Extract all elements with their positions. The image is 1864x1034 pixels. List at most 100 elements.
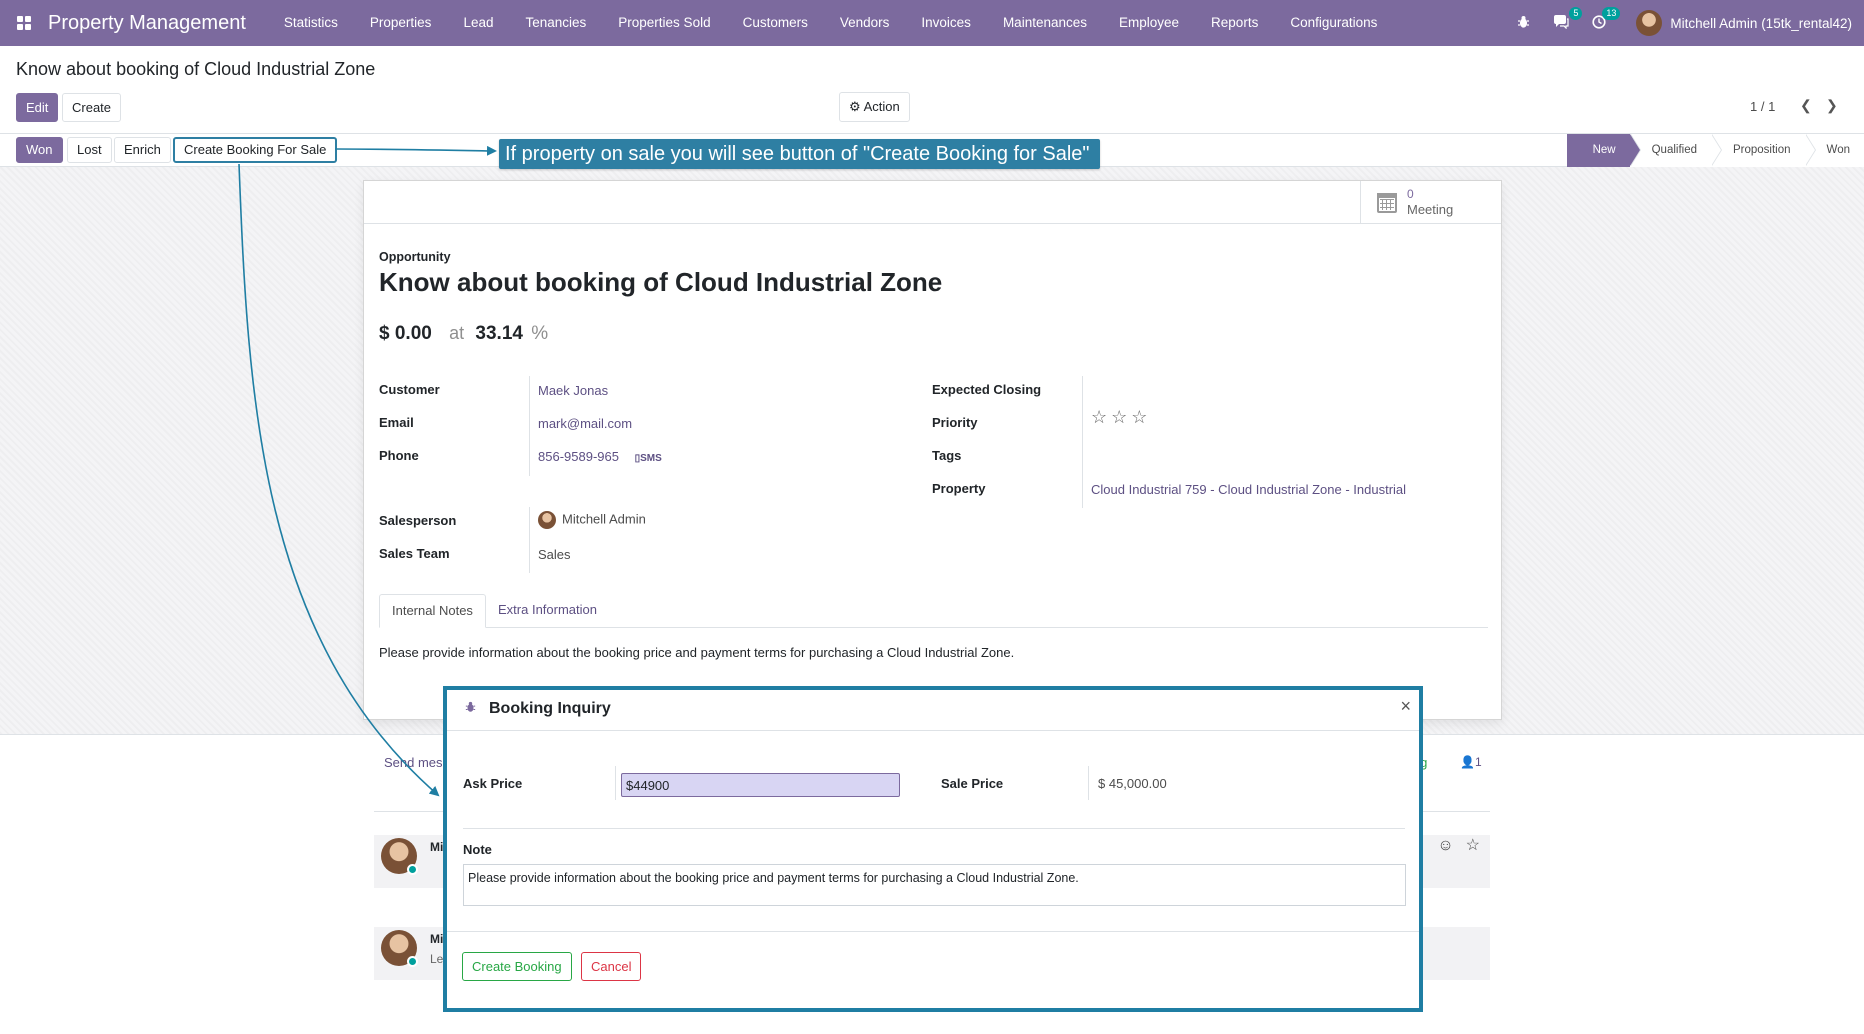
priority-widget: ☆ ☆ ☆ [1091,407,1151,428]
message-author[interactable]: Mi [430,840,443,854]
phone-label: Phone [379,448,419,463]
bug-icon [465,701,476,716]
create-button[interactable]: Create [62,93,122,122]
booking-inquiry-dialog: Booking Inquiry × Ask Price Sale Price $… [443,686,1423,1012]
tab-internal-notes[interactable]: Internal Notes [379,594,486,628]
sale-price-separator [1088,766,1089,800]
author-avatar[interactable] [381,838,418,875]
meeting-smart-button[interactable]: 0 Meeting [1360,181,1501,224]
menu-configurations[interactable]: Configurations [1274,0,1393,46]
menu-reports[interactable]: Reports [1195,0,1274,46]
phone-link[interactable]: 856-9589-965 [538,449,619,464]
priority-star-icon-1[interactable]: ☆ [1091,407,1107,427]
sms-label: SMS [640,453,662,464]
ask-price-input[interactable] [621,773,900,797]
menu-customers[interactable]: Customers [727,0,824,46]
user-avatar[interactable] [1636,10,1663,36]
cancel-button[interactable]: Cancel [581,952,642,981]
chat-icon[interactable]: 5 [1552,6,1583,32]
sms-button[interactable]: ▯SMS [635,453,662,464]
stage-new[interactable]: New [1566,134,1641,167]
salesperson-field[interactable]: Mitchell Admin [538,511,646,529]
dialog-divider [463,828,1405,829]
tab-extra-information[interactable]: Extra Information [486,594,609,628]
probability-value: 33.14 [475,323,523,344]
at-label: at [449,323,465,343]
clock-icon[interactable]: 13 [1590,6,1621,32]
menu-properties-sold[interactable]: Properties Sold [602,0,726,46]
opportunity-name: Know about booking of Cloud Industrial Z… [379,267,943,297]
apps-grid-icon[interactable] [0,0,48,46]
note-label: Note [463,842,492,857]
salesperson-avatar [538,511,556,529]
notebook-tabs: Internal Notes Extra Information [379,594,1488,628]
sales-team-label: Sales Team [379,546,450,561]
menu-statistics[interactable]: Statistics [268,0,354,46]
dialog-footer-divider [447,931,1419,932]
activities-badge: 13 [1602,6,1621,20]
property-link[interactable]: Cloud Industrial 759 - Cloud Industrial … [1091,482,1406,497]
action-button[interactable]: ⚙ Action [839,92,910,122]
revenue-line: $ 0.00 at 33.14 % [379,323,548,345]
emoji-icon[interactable]: ☺ [1437,837,1453,854]
create-booking-button[interactable]: Create Booking [462,952,572,981]
won-button[interactable]: Won [16,137,63,163]
salesperson-label: Salesperson [379,513,457,528]
menu-maintenances[interactable]: Maintenances [987,0,1103,46]
navbar-systray: 5 13 Mitchell Admin (15tk_rental42) [1504,0,1852,46]
top-navbar: Property Management Statistics Propertie… [0,0,1864,46]
edit-button[interactable]: Edit [16,93,59,122]
dialog-header: Booking Inquiry × [447,690,1419,731]
tags-label: Tags [932,448,962,463]
email-link[interactable]: mark@mail.com [538,416,632,431]
property-label: Property [932,481,986,496]
user-menu[interactable]: Mitchell Admin (15tk_rental42) [1670,16,1852,31]
message-author[interactable]: Mi [430,932,443,946]
stage-proposition[interactable]: Proposition [1711,134,1816,167]
meeting-label: Meeting [1407,202,1454,217]
lost-button[interactable]: Lost [67,137,112,163]
send-message-button[interactable]: Send mes [384,755,443,770]
left-separator-2 [529,507,530,573]
star-icon[interactable]: ☆ [1466,837,1480,854]
control-panel: Know about booking of Cloud Industrial Z… [0,46,1864,133]
menu-lead[interactable]: Lead [447,0,509,46]
author-avatar[interactable] [381,930,418,967]
enrich-button[interactable]: Enrich [114,137,171,163]
sales-team-value[interactable]: Sales [538,547,571,562]
stage-pipeline: New Qualified Proposition Won [1566,134,1864,167]
user-icon: 👤 [1460,755,1475,769]
priority-star-icon-2[interactable]: ☆ [1111,407,1127,427]
message-actions: ☺ ☆ [1425,835,1480,855]
button-box: 0 Meeting [364,181,1501,224]
create-booking-for-sale-button[interactable]: Create Booking For Sale [173,137,338,163]
ask-price-label: Ask Price [463,776,523,791]
menu-vendors[interactable]: Vendors [824,0,906,46]
menu-employee[interactable]: Employee [1103,0,1195,46]
chevron-right-icon[interactable]: ❯ [1826,97,1838,114]
sale-price-label: Sale Price [941,776,1004,791]
annotation-callout: If property on sale you will see button … [499,139,1100,169]
menu-invoices[interactable]: Invoices [905,0,987,46]
main-menu: Statistics Properties Lead Tenancies Pro… [268,0,1394,46]
chevron-left-icon[interactable]: ❮ [1800,97,1812,114]
email-label: Email [379,415,414,430]
app-brand[interactable]: Property Management [48,12,246,35]
followers-button[interactable]: 👤1 [1460,755,1482,769]
stage-qualified[interactable]: Qualified [1629,134,1723,167]
pager-value[interactable]: 1 / 1 [1750,99,1775,114]
priority-label: Priority [932,415,978,430]
close-icon[interactable]: × [1400,696,1411,717]
priority-star-icon-3[interactable]: ☆ [1131,407,1147,427]
right-separator [1082,376,1083,508]
menu-properties[interactable]: Properties [354,0,448,46]
calendar-icon [1377,193,1397,213]
bug-icon[interactable] [1514,15,1532,32]
note-textarea[interactable]: Please provide information about the boo… [463,864,1406,906]
menu-tenancies[interactable]: Tenancies [509,0,602,46]
expected-closing-label: Expected Closing [932,382,1042,397]
customer-link[interactable]: Maek Jonas [538,383,608,398]
phone-field: 856-9589-965 ▯SMS [538,449,662,464]
internal-notes-text[interactable]: Please provide information about the boo… [379,645,1014,660]
followers-count: 1 [1474,755,1482,769]
